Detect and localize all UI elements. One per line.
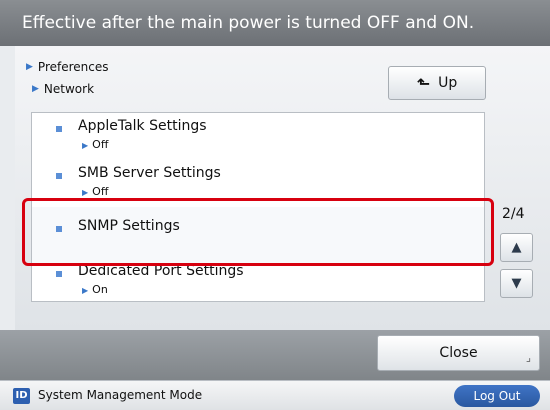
up-button-label: Up (438, 75, 458, 91)
bullet-icon (56, 226, 62, 232)
bullet-icon (56, 126, 62, 132)
list-item-value: ▶ On (82, 283, 108, 296)
message-bar: Effective after the main power is turned… (0, 0, 550, 46)
id-badge-icon: ID (13, 388, 30, 404)
logout-button[interactable]: Log Out (454, 385, 540, 407)
close-button[interactable]: Close ⌟ (377, 335, 540, 371)
list-item-title: SMB Server Settings (78, 165, 221, 181)
list-item-value: ▶ Off (82, 138, 109, 151)
triangle-down-icon: ▼ (511, 276, 522, 291)
up-arrow-icon: ⬑ (416, 73, 431, 93)
close-button-label: Close (439, 345, 478, 361)
bullet-icon (56, 271, 62, 277)
mode-text: System Management Mode (38, 388, 203, 402)
triangle-up-icon: ▲ (511, 240, 522, 255)
triangle-right-icon: ▶ (82, 188, 89, 197)
scroll-up-button[interactable]: ▲ (500, 233, 533, 262)
list-item-title: AppleTalk Settings (78, 118, 207, 134)
list-item-selected[interactable]: SNMP Settings (32, 207, 484, 266)
corner-return-icon: ⌟ (525, 351, 531, 364)
page-indicator: 2/4 (502, 206, 525, 222)
breadcrumb-label: Network (43, 82, 95, 96)
breadcrumb-item-network: ▶ Network (26, 78, 109, 100)
list-item-value: ▶ Off (82, 185, 109, 198)
breadcrumb-label: Preferences (37, 60, 109, 74)
up-button[interactable]: ⬑ Up (388, 66, 486, 100)
scroll-down-button[interactable]: ▼ (500, 269, 533, 298)
bullet-icon (56, 173, 62, 179)
breadcrumb: ▶ Preferences ▶ Network (26, 56, 109, 100)
message-text: Effective after the main power is turned… (22, 13, 475, 33)
triangle-right-icon: ▶ (82, 141, 89, 150)
list-item[interactable]: SMB Server Settings ▶ Off (32, 160, 484, 208)
list-item-title: SNMP Settings (78, 218, 180, 234)
logout-label: Log Out (473, 389, 521, 403)
settings-list: AppleTalk Settings ▶ Off SMB Server Setti… (31, 112, 485, 302)
list-item[interactable]: Dedicated Port Settings ▶ On (32, 263, 484, 301)
triangle-right-icon: ▶ (82, 286, 89, 295)
triangle-right-icon: ▶ (32, 84, 39, 94)
list-item[interactable]: AppleTalk Settings ▶ Off (32, 113, 484, 161)
triangle-right-icon: ▶ (26, 62, 33, 72)
list-item-title: Dedicated Port Settings (78, 263, 244, 279)
breadcrumb-item-preferences: ▶ Preferences (26, 56, 109, 78)
